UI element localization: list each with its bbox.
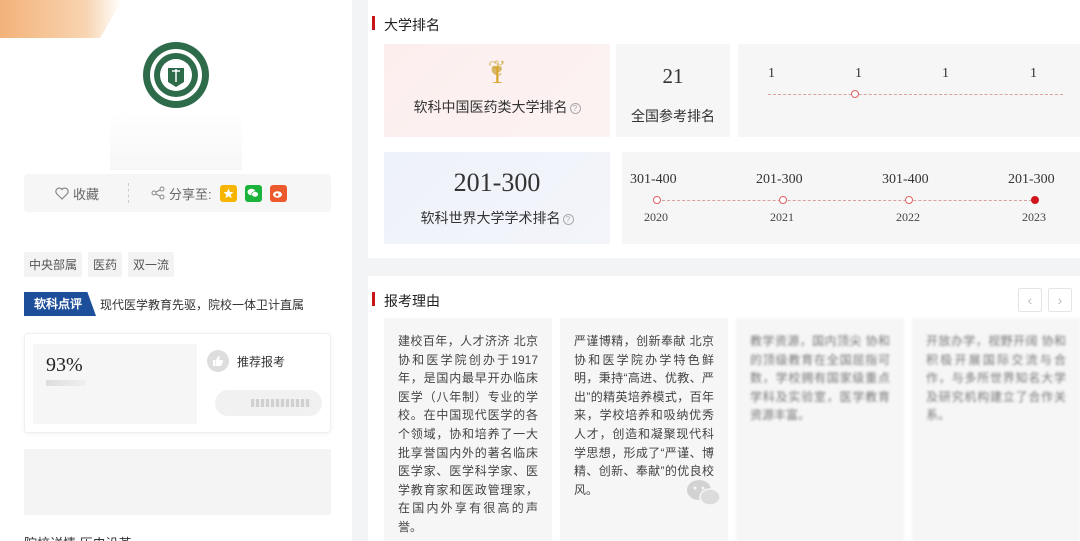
world-rank-label: 软科世界大学学术排名 [420,210,561,226]
ranking-panel: 大学排名 ❦ 1 软科中国医药类大学排名? 21 全国参考排名 1 1 1 1 … [368,0,1080,258]
national-rank-value: 21 [662,64,684,88]
tag-item: 双一流 [128,252,175,277]
world-history-value: 301-400 [630,172,677,187]
wechat-watermark-icon [687,480,721,506]
history-value: 1 [1030,66,1037,81]
national-rank-label: 全国参考排名 [631,108,715,124]
world-history-year: 2022 [896,210,920,224]
china-med-rank-card[interactable]: ❦ 1 软科中国医药类大学排名? [384,44,610,137]
history-value: 1 [855,66,862,81]
prev-button[interactable]: ‹ [1018,288,1042,312]
ranking-title: 大学排名 [372,15,440,35]
world-history-value: 301-400 [882,172,929,187]
divider [128,183,129,203]
recommend-percent: 93% [46,354,83,376]
world-rank-card[interactable]: 201-300 软科世界大学学术排名? [384,152,610,244]
world-history-dot [905,196,913,204]
qzone-icon[interactable] [219,184,237,202]
share-icon [151,186,165,200]
wechat-icon[interactable] [244,184,262,202]
recommend-button[interactable]: 推荐报考 [207,346,320,376]
school-logo-icon [143,42,209,108]
history-value: 1 [942,66,949,81]
world-history-value: 201-300 [1008,172,1055,187]
help-icon[interactable]: ? [562,214,574,225]
favorite-label: 收藏 [73,186,100,202]
action-bar: 收藏 分享至: [24,174,331,212]
help-icon[interactable]: ? [569,103,581,114]
china-med-rank-label: 软科中国医药类大学排名 [413,99,568,115]
reason-card: 教学资源，国内顶尖 协和的顶级教育在全国屈指可数，学校拥有国家级重点学科及实验室… [736,318,904,541]
history-dot [851,90,859,98]
world-history-dot [653,196,661,204]
recommend-label: 推荐报考 [237,354,286,369]
weibo-icon[interactable] [269,184,287,202]
blurred-label [251,399,311,407]
school-name-area [110,112,242,170]
review-text: 现代医学教育先驱，院校一体卫计直属 [100,297,305,312]
reason-card: 建校百年，人才济济 北京协和医学院创办于1917年，是国内最早开办临床医学（八年… [384,318,552,541]
national-rank-card: 21 全国参考排名 [616,44,730,137]
review-row: 软科点评 现代医学教育先驱，院校一体卫计直属 [24,292,334,316]
recommend-stat-box: 93% 推荐报考 [24,333,331,433]
recommend-percent-box: 93% [33,344,197,424]
favorite-button[interactable]: 收藏 [24,184,128,203]
heart-icon [55,187,69,200]
tag-item: 中央部属 [24,252,83,277]
world-rank-history: 301-400 201-300 301-400 201-300 2020 202… [622,152,1080,244]
school-info-panel: 收藏 分享至: 中央部属 医药 双一流 软科点评 现代医学教育先驱，院校一体卫计… [0,0,352,541]
world-history-year: 2023 [1022,210,1046,224]
world-rank-value: 201-300 [453,168,541,197]
world-history-dot [779,196,787,204]
world-history-line [657,200,1037,201]
world-history-year: 2020 [644,210,668,224]
china-med-rank-value: 1 [490,60,504,89]
world-history-value: 201-300 [756,172,803,187]
world-history-dot-current [1031,196,1039,204]
china-med-rank-label-row: 软科中国医药类大学排名? [384,97,610,117]
recommend-percent-bar [46,380,86,386]
next-button[interactable]: › [1048,288,1072,312]
reason-card: 开放办学，视野开阔 协和积极开展国际交流与合作，与多所世界知名大学及研究机构建立… [912,318,1080,541]
reasons-panel: 报考理由 ‹ › 建校百年，人才济济 北京协和医学院创办于1917年，是国内最早… [368,276,1080,541]
tag-list: 中央部属 医药 双一流 [24,252,175,277]
next-section-heading: 院校详情 历史沿革 [24,533,132,541]
tag-item: 医药 [88,252,123,277]
review-badge: 软科点评 [24,292,97,316]
history-line [768,94,1063,95]
placeholder-box [24,449,331,515]
corner-ribbon [0,0,122,38]
world-history-year: 2021 [770,210,794,224]
not-recommend-button[interactable] [215,390,322,416]
thumbs-up-icon [207,350,229,372]
china-rank-history: 1 1 1 1 [738,44,1080,137]
reasons-title: 报考理由 [372,291,440,311]
share-group: 分享至: [151,184,287,203]
world-rank-label-row: 软科世界大学学术排名? [384,208,610,228]
history-value: 1 [768,66,775,81]
share-label: 分享至: [169,186,212,202]
